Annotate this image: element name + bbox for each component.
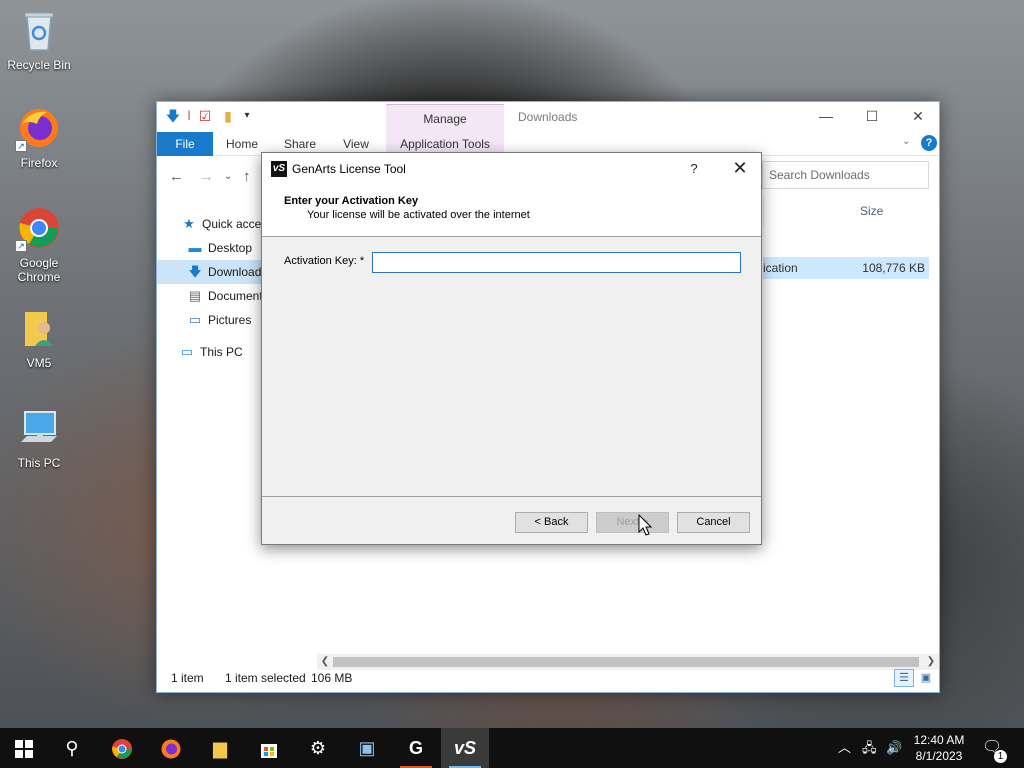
shortcut-arrow-icon: ↗	[15, 240, 27, 252]
taskbar-chrome-icon[interactable]	[98, 728, 146, 768]
genarts-logo-icon: vS	[271, 161, 287, 177]
taskbar-settings-icon[interactable]: ⚙	[294, 728, 342, 768]
nav-item-documents[interactable]: ▤ Documents	[187, 284, 263, 308]
dialog-title: GenArts License Tool	[292, 162, 406, 176]
user-folder-icon	[17, 306, 61, 350]
close-icon[interactable]: ✕	[895, 102, 941, 132]
clock[interactable]: 12:40 AM 8/1/2023	[904, 732, 974, 764]
explorer-titlebar: 🡇 | ☑ ▮ ▾ Manage Downloads — ☐ ✕	[157, 102, 939, 132]
expand-ribbon-icon[interactable]: ⌄	[902, 136, 910, 147]
taskbar-store-icon[interactable]	[245, 728, 293, 768]
windows-icon	[15, 740, 33, 759]
manage-tab[interactable]: Manage	[386, 104, 504, 132]
dialog-footer-divider	[262, 496, 761, 497]
taskbar-firefox-icon[interactable]	[147, 728, 195, 768]
dialog-heading: Enter your Activation Key	[284, 195, 419, 207]
nav-item-desktop[interactable]: ▬ Desktop	[187, 236, 263, 260]
details-view-icon[interactable]: ☰	[894, 669, 914, 687]
desktop-icon-label: Firefox	[20, 156, 58, 170]
desktop-folder-icon: ▬	[188, 240, 202, 255]
taskbar: ⚲ ▆ ⚙ ▣ G vS ︿ 🖧 🔊 12:40 AM 8/1/2023 🗨 1	[0, 728, 1024, 768]
desktop-icon-this-pc[interactable]: This PC	[1, 406, 77, 470]
document-icon: ▤	[188, 288, 202, 303]
network-icon[interactable]: 🖧	[862, 728, 877, 768]
pictures-icon: ▭	[188, 312, 202, 327]
file-row-selected[interactable]: ication 108,776 KB	[763, 257, 929, 279]
search-icon[interactable]: ⚲	[48, 728, 96, 768]
status-item-count: 1 item	[171, 671, 204, 685]
show-hidden-icons-icon[interactable]: ︿	[838, 728, 851, 768]
desktop-icon-google-chrome[interactable]: ↗ Google Chrome	[1, 206, 77, 284]
file-size: 108,776 KB	[862, 261, 925, 275]
search-input[interactable]: Search Downloads	[762, 161, 929, 189]
recent-locations-icon[interactable]: ⌄	[224, 171, 232, 182]
download-icon: 🡇	[188, 264, 202, 279]
volume-icon[interactable]: 🔊	[886, 728, 902, 768]
clock-time: 12:40 AM	[913, 733, 965, 747]
desktop-icon-label: This PC	[17, 456, 61, 470]
activation-key-input[interactable]	[372, 252, 741, 273]
license-tool-dialog: vS GenArts License Tool ? ✕ Enter your A…	[261, 152, 762, 545]
new-folder-icon[interactable]: ▮	[220, 108, 236, 124]
column-header-size[interactable]: Size	[763, 197, 933, 227]
minimize-icon[interactable]: —	[803, 102, 849, 132]
mouse-cursor-icon	[638, 514, 652, 536]
desktop-icon-label: Recycle Bin	[7, 58, 71, 72]
help-icon[interactable]: ?	[921, 135, 937, 151]
status-selection: 1 item selected	[225, 671, 306, 685]
start-button[interactable]	[0, 728, 48, 768]
recycle-bin-icon	[17, 8, 61, 52]
divider-icon: |	[187, 110, 191, 121]
large-icons-view-icon[interactable]: ▣	[916, 669, 936, 687]
next-button[interactable]: Next >	[596, 512, 669, 533]
nav-item-quick-access[interactable]: ★Quick access	[181, 212, 263, 236]
chrome-icon: ↗	[15, 206, 61, 252]
taskbar-control-panel-icon[interactable]: ▣	[343, 728, 391, 768]
maximize-icon[interactable]: ☐	[849, 102, 895, 132]
star-icon: ★	[183, 216, 195, 231]
clock-date: 8/1/2023	[915, 749, 963, 763]
dialog-header: Enter your Activation Key Your license w…	[262, 185, 761, 237]
properties-icon[interactable]: ☑	[197, 108, 213, 124]
down-arrow-icon[interactable]: 🡇	[165, 108, 181, 124]
taskbar-genarts-g-icon[interactable]: G	[392, 728, 440, 768]
file-type: ication	[763, 261, 798, 275]
shortcut-arrow-icon: ↗	[15, 140, 27, 152]
status-size: 106 MB	[311, 671, 353, 685]
up-arrow-icon[interactable]: ↑	[243, 168, 251, 185]
back-arrow-icon[interactable]: ←	[169, 168, 184, 185]
desktop-icon-label: Google Chrome	[17, 256, 61, 284]
close-icon[interactable]: ✕	[718, 153, 762, 185]
firefox-icon: ↗	[15, 106, 61, 152]
notification-count-badge: 1	[994, 750, 1007, 763]
window-title: Downloads	[518, 110, 578, 124]
computer-icon	[17, 406, 61, 450]
status-bar: 1 item 1 item selected 106 MB ☰ ▣	[157, 666, 939, 692]
dialog-titlebar: vS GenArts License Tool ? ✕	[262, 153, 761, 185]
taskbar-license-tool-icon[interactable]: vS	[441, 728, 489, 768]
computer-icon: ▭	[180, 344, 194, 359]
activation-key-label: Activation Key: *	[284, 255, 365, 267]
desktop-icon-firefox[interactable]: ↗ Firefox	[1, 106, 77, 170]
desktop-icon-label: VM5	[26, 356, 52, 370]
customize-quick-access-icon[interactable]: ▾	[239, 108, 255, 124]
back-button[interactable]: < Back	[515, 512, 588, 533]
cancel-button[interactable]: Cancel	[677, 512, 750, 533]
dialog-subheading: Your license will be activated over the …	[307, 209, 530, 221]
nav-item-downloads[interactable]: 🡇 Downloads	[157, 260, 263, 284]
nav-item-pictures[interactable]: ▭ Pictures	[187, 308, 263, 332]
help-button[interactable]: ?	[682, 153, 706, 185]
taskbar-file-explorer-icon[interactable]: ▆	[196, 728, 244, 768]
tab-file[interactable]: File	[157, 132, 213, 156]
tab-home[interactable]: Home	[219, 132, 265, 156]
desktop-icon-recycle-bin[interactable]: Recycle Bin	[1, 8, 77, 72]
forward-arrow-icon[interactable]: →	[199, 168, 214, 185]
desktop-icon-vm5[interactable]: VM5	[1, 306, 77, 370]
nav-item-this-pc[interactable]: ▭ This PC	[179, 340, 263, 364]
